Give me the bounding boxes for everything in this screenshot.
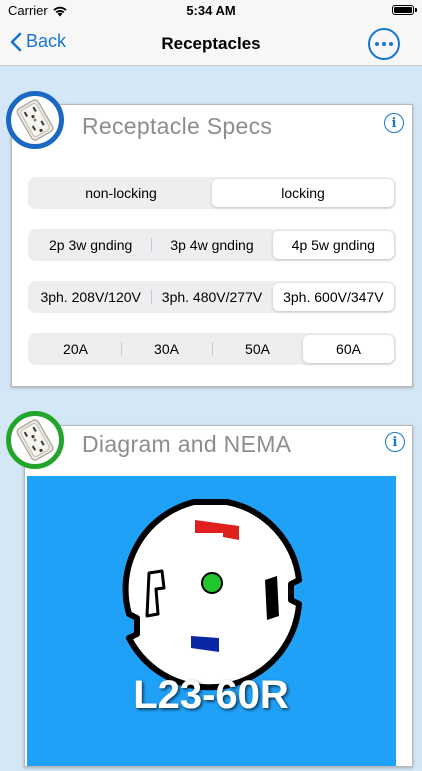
ellipsis-circle-icon — [375, 42, 379, 46]
segment-option[interactable]: 3ph. 480V/277V — [151, 283, 272, 311]
status-bar: Carrier 5:34 AM — [0, 0, 422, 22]
receptacle-badge-diagram — [6, 411, 64, 469]
nema-label: L23-60R — [133, 673, 289, 717]
segment-option[interactable]: 3p 4w gnding — [151, 231, 272, 259]
segment-option[interactable]: 50A — [212, 335, 303, 363]
specs-card-title: Receptacle Specs — [82, 113, 273, 139]
diagram-nema-card: Diagram and NEMA i L23-60R — [24, 425, 413, 767]
segment-option[interactable]: non-locking — [30, 179, 212, 207]
receptacle-specs-card: Receptacle Specs i non-locking locking 2p … — [11, 104, 413, 387]
segment-option[interactable]: 2p 3w gnding — [30, 231, 151, 259]
status-time: 5:34 AM — [186, 3, 236, 18]
receptacle-outlet-icon — [16, 419, 54, 461]
segment-option[interactable]: 3ph. 600V/347V — [272, 283, 394, 311]
specs-info-button[interactable]: i — [384, 113, 404, 133]
segment-option[interactable]: 20A — [30, 335, 121, 363]
diagram-info-button[interactable]: i — [385, 432, 405, 452]
segment-option[interactable]: 60A — [303, 335, 394, 363]
segment-control-amperage: 20A 30A 50A 60A — [28, 333, 396, 365]
segment-control-wiring-config: 2p 3w gnding 3p 4w gnding 4p 5w gnding — [28, 229, 396, 261]
info-circle-icon: i — [391, 115, 397, 131]
receptacle-outlet-icon — [16, 99, 54, 141]
segment-option[interactable]: 3ph. 208V/120V — [30, 283, 151, 311]
segment-control-locking-type: non-locking locking — [28, 177, 396, 209]
battery-icon — [392, 5, 417, 15]
page-title: Receptacles — [161, 34, 261, 53]
nema-diagram: L23-60R — [27, 476, 396, 766]
segment-option[interactable]: 4p 5w gnding — [272, 231, 394, 259]
ground-pin — [201, 572, 223, 594]
segment-option[interactable]: locking — [212, 179, 394, 207]
info-circle-icon: i — [392, 434, 398, 450]
navigation-bar: Back Receptacles — [0, 22, 422, 66]
segment-option[interactable]: 30A — [121, 335, 212, 363]
receptacle-badge-specs — [6, 91, 64, 149]
slot-black — [265, 576, 279, 620]
receptacle-diagram: L23-60R — [122, 499, 302, 717]
segment-control-voltage: 3ph. 208V/120V 3ph. 480V/277V 3ph. 600V/34… — [28, 281, 396, 313]
diagram-card-title: Diagram and NEMA — [82, 431, 292, 457]
more-options-button[interactable] — [368, 28, 400, 60]
